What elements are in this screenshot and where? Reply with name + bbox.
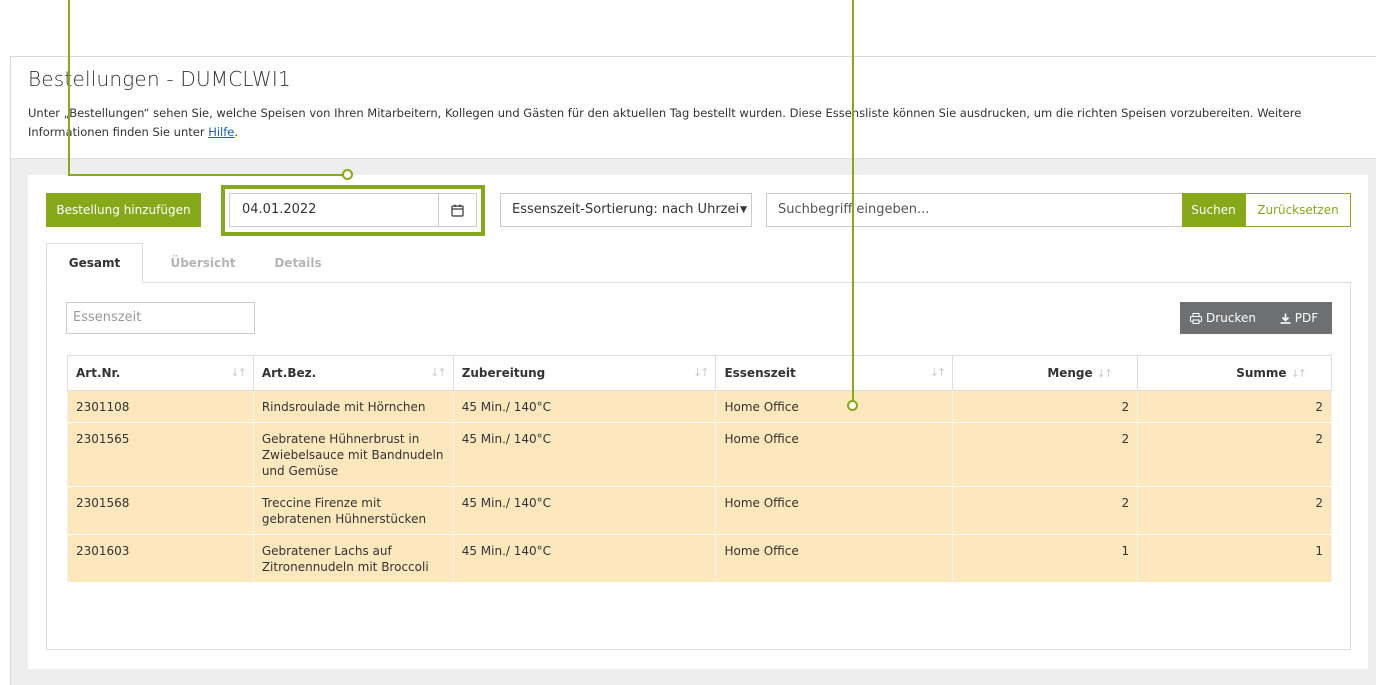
view-tabs: Gesamt Übersicht Details [46,243,333,283]
cell-art-bez: Gebratene Hühnerbrust in Zwiebelsauce mi… [252,422,454,487]
meal-time-sort-select[interactable]: Essenszeit-Sortierung: nach Uhrzeit ▼ [500,193,752,227]
calendar-icon[interactable] [438,194,476,226]
description-end: . [234,125,239,139]
print-button[interactable]: Drucken [1180,302,1266,334]
cell-summe: 2 [1137,486,1332,535]
table-row[interactable]: 2301565 Gebratene Hühnerbrust in Zwiebel… [67,422,1332,487]
col-header-label: Zubereitung [461,366,546,380]
cell-essenszeit: Home Office [715,422,954,487]
print-label: Drucken [1206,311,1256,325]
annotation-line-left-vertical [68,0,70,175]
printer-icon [1190,312,1203,324]
cell-essenszeit: Home Office [715,486,954,535]
tab-gesamt[interactable]: Gesamt [46,243,143,283]
annotation-line-right-vertical [852,0,854,401]
annotation-dot-meal-time [847,400,858,411]
cell-summe: 2 [1137,390,1332,423]
pdf-button[interactable]: PDF [1266,302,1332,334]
cell-summe: 2 [1137,422,1332,487]
cell-art-nr: 2301565 [67,422,254,487]
reset-button[interactable]: Zurücksetzen [1245,193,1351,227]
caret-down-icon: ▼ [738,194,747,226]
date-field[interactable]: 04.01.2022 [229,193,477,227]
cell-menge: 2 [952,422,1139,487]
cell-art-nr: 2301568 [67,486,254,535]
col-header-art-nr[interactable]: Art.Nr. ↓↑ [67,355,254,391]
search-button[interactable]: Suchen [1182,193,1245,227]
table-header-row: Art.Nr. ↓↑ Art.Bez. ↓↑ Zubereitung ↓↑ Essen… [67,355,1332,391]
col-header-menge[interactable]: Menge ↓↑ [952,355,1139,391]
col-header-essenszeit[interactable]: Essenszeit ↓↑ [715,355,954,391]
sort-icon: ↓↑ [430,366,447,379]
sort-icon: ↓↑ [693,366,710,379]
col-header-art-bez[interactable]: Art.Bez. ↓↑ [252,355,454,391]
table-row[interactable]: 2301603 Gebratener Lachs auf Zitronennud… [67,534,1332,583]
cell-menge: 2 [952,390,1139,423]
cell-zubereitung: 45 Min./ 140°C [452,422,717,487]
cell-summe: 1 [1137,534,1332,583]
search-input[interactable]: Suchbegriff eingeben... [766,193,1182,227]
cell-essenszeit: Home Office [715,534,954,583]
col-header-label: Essenszeit [724,366,796,380]
table-row[interactable]: 2301568 Treccine Firenze mit gebratenen … [67,486,1332,535]
add-order-button[interactable]: Bestellung hinzufügen [46,193,201,227]
pdf-label: PDF [1294,311,1319,325]
cell-essenszeit: Home Office [715,390,954,423]
help-link[interactable]: Hilfe [208,125,234,139]
cell-art-bez: Treccine Firenze mit gebratenen Hühnerst… [252,486,454,535]
cell-art-nr: 2301108 [67,390,254,423]
page-description: Unter „Bestellungen“ sehen Sie, welche S… [28,104,1348,142]
col-header-label: Art.Bez. [261,366,317,380]
col-header-summe[interactable]: Summe ↓↑ [1137,355,1332,391]
annotation-dot-date [342,169,353,180]
meal-time-filter-input[interactable]: Essenszeit [66,302,255,334]
col-header-zubereitung[interactable]: Zubereitung ↓↑ [452,355,717,391]
sort-select-label: Essenszeit-Sortierung: nach Uhrzeit [512,202,745,217]
sort-icon: ↓↑ [929,366,947,379]
cell-art-nr: 2301603 [67,534,254,583]
tab-uebersicht[interactable]: Übersicht [143,243,263,283]
cell-art-bez: Gebratener Lachs auf Zitronennudeln mit … [252,534,454,583]
tab-details[interactable]: Details [263,243,333,283]
download-icon [1280,313,1291,324]
cell-zubereitung: 45 Min./ 140°C [452,486,717,535]
sort-icon: ↓↑ [230,366,247,379]
table-row[interactable]: 2301108 Rindsroulade mit Hörnchen 45 Min… [67,390,1332,423]
col-header-label: Summe [1236,366,1287,380]
col-header-label: Menge [1047,366,1093,380]
cell-menge: 2 [952,486,1139,535]
orders-table: Art.Nr. ↓↑ Art.Bez. ↓↑ Zubereitung ↓↑ Essen… [67,355,1332,583]
cell-zubereitung: 45 Min./ 140°C [452,390,717,423]
annotation-line-left-horizontal [68,174,343,176]
col-header-label: Art.Nr. [76,366,121,380]
cell-zubereitung: 45 Min./ 140°C [452,534,717,583]
date-value[interactable]: 04.01.2022 [230,194,438,226]
cell-art-bez: Rindsroulade mit Hörnchen [252,390,454,423]
sort-icon: ↓↑ [1096,367,1114,380]
cell-menge: 1 [952,534,1139,583]
sort-icon: ↓↑ [1290,367,1308,380]
